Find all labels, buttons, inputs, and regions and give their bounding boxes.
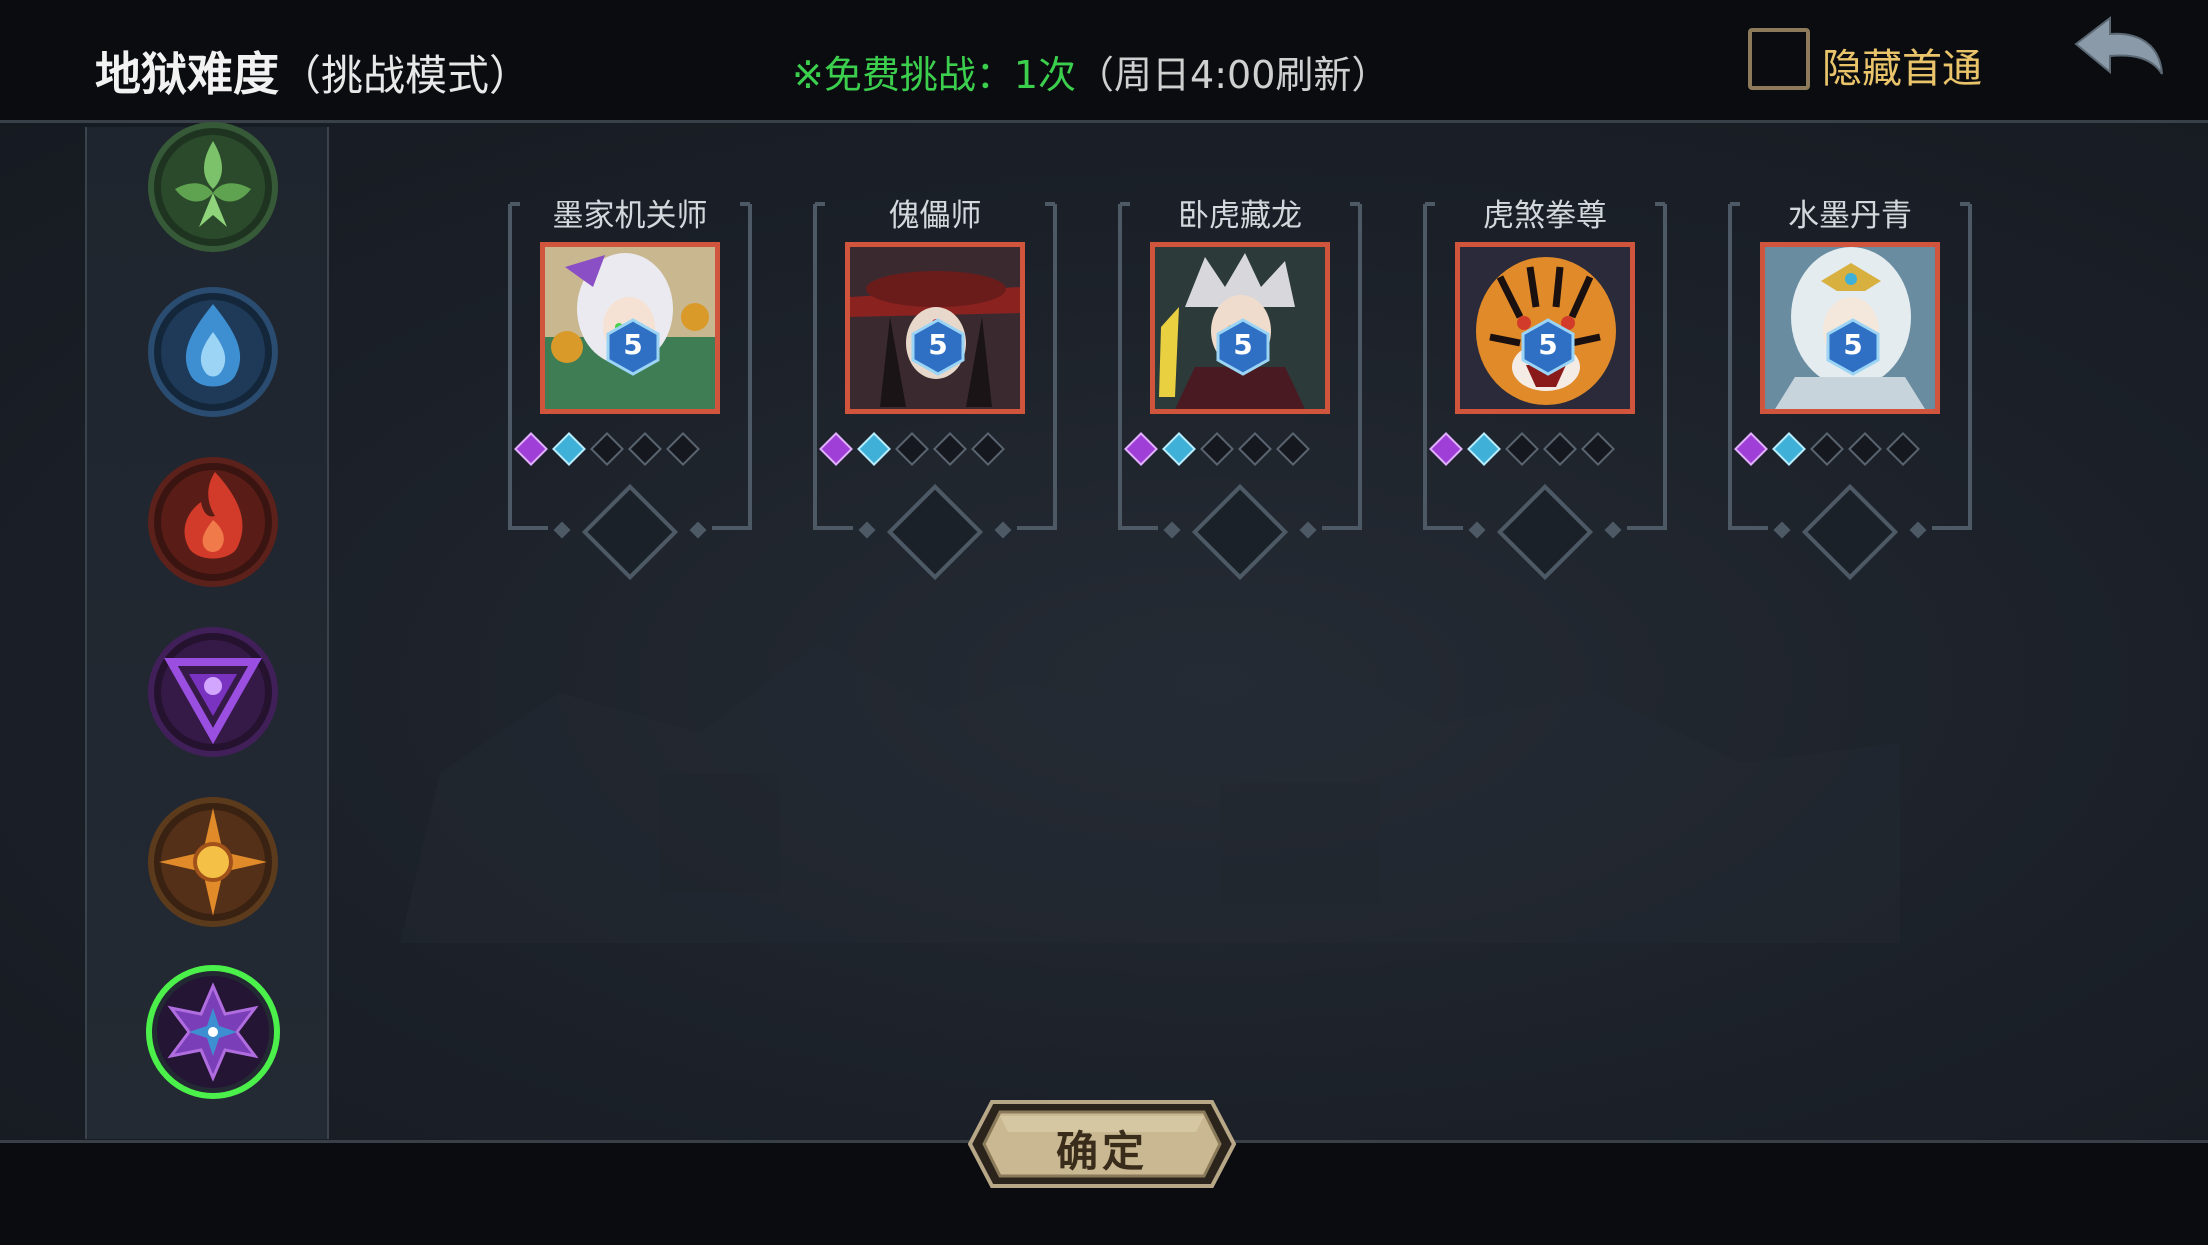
gem-empty-icon <box>933 432 967 466</box>
star-level-number: 5 <box>1538 328 1558 361</box>
hero-name: 傀儡师 <box>888 198 982 234</box>
faction-sidebar <box>85 122 329 1139</box>
hero-name: 卧虎藏龙 <box>1178 198 1302 234</box>
hero-card[interactable]: 傀儡师 5 <box>785 190 1085 580</box>
gem-slots <box>514 432 700 466</box>
hide-first-clear-label[interactable]: 隐藏首通 <box>1822 36 1982 94</box>
gem-purple-icon <box>1124 432 1158 466</box>
gem-slots <box>1734 432 1920 466</box>
fire-faction-icon[interactable] <box>145 454 281 590</box>
gem-empty-icon <box>895 432 929 466</box>
gem-slots <box>1429 432 1615 466</box>
gem-purple-icon <box>514 432 548 466</box>
water-faction-icon[interactable] <box>145 284 281 420</box>
hide-first-clear-checkbox[interactable] <box>1748 28 1810 90</box>
gem-empty-icon <box>1810 432 1844 466</box>
gem-empty-icon <box>628 432 662 466</box>
hero-card[interactable]: 虎煞拳尊 5 <box>1395 190 1695 580</box>
star-faction-icon[interactable] <box>145 964 281 1100</box>
hero-card[interactable]: 墨家机关师 5 <box>480 190 780 580</box>
gem-blue-icon <box>857 432 891 466</box>
star-level-number: 5 <box>623 328 643 361</box>
back-arrow-icon <box>2074 15 2163 75</box>
gem-empty-icon <box>1543 432 1577 466</box>
sun-faction-icon[interactable] <box>145 794 281 930</box>
gem-empty-icon <box>971 432 1005 466</box>
gem-empty-icon <box>1276 432 1310 466</box>
gem-empty-icon <box>1238 432 1272 466</box>
gem-purple-icon <box>819 432 853 466</box>
star-level-number: 5 <box>1843 328 1863 361</box>
title-main: 地狱难度 <box>95 47 279 101</box>
gem-empty-icon <box>666 432 700 466</box>
gem-empty-icon <box>1505 432 1539 466</box>
gem-slots <box>1124 432 1310 466</box>
star-level-number: 5 <box>1233 328 1253 361</box>
background-building-silhouette <box>400 643 1900 943</box>
page-title: 地狱难度（挑战模式） <box>95 38 531 104</box>
hero-card[interactable]: 卧虎藏龙 5 <box>1090 190 1390 580</box>
title-mode: （挑战模式） <box>279 51 532 100</box>
top-bar: 地狱难度（挑战模式） ※免费挑战：1次（周日4:00刷新） 隐藏首通 <box>0 0 2208 123</box>
hero-card[interactable]: 水墨丹青 5 <box>1700 190 2000 580</box>
gem-empty-icon <box>1200 432 1234 466</box>
gem-blue-icon <box>1772 432 1806 466</box>
confirm-button-label[interactable]: 确定 <box>966 1118 1238 1179</box>
hero-name: 水墨丹青 <box>1788 198 1912 234</box>
gem-blue-icon <box>552 432 586 466</box>
gem-purple-icon <box>1734 432 1768 466</box>
refresh-time: （周日4:00刷新） <box>1076 53 1390 97</box>
free-challenge-info: ※免费挑战：1次（周日4:00刷新） <box>792 44 1389 99</box>
gem-empty-icon <box>1848 432 1882 466</box>
gem-blue-icon <box>1467 432 1501 466</box>
gem-empty-icon <box>590 432 624 466</box>
hero-name: 虎煞拳尊 <box>1483 198 1607 234</box>
shadow-faction-icon[interactable] <box>145 624 281 760</box>
free-challenge-count: ※免费挑战：1次 <box>792 53 1077 97</box>
hero-name: 墨家机关师 <box>552 198 708 234</box>
gem-empty-icon <box>1581 432 1615 466</box>
gem-blue-icon <box>1162 432 1196 466</box>
gem-slots <box>819 432 1005 466</box>
gem-purple-icon <box>1429 432 1463 466</box>
nature-faction-icon[interactable] <box>145 119 281 255</box>
star-level-number: 5 <box>928 328 948 361</box>
gem-empty-icon <box>1886 432 1920 466</box>
back-button[interactable] <box>2068 14 2168 94</box>
